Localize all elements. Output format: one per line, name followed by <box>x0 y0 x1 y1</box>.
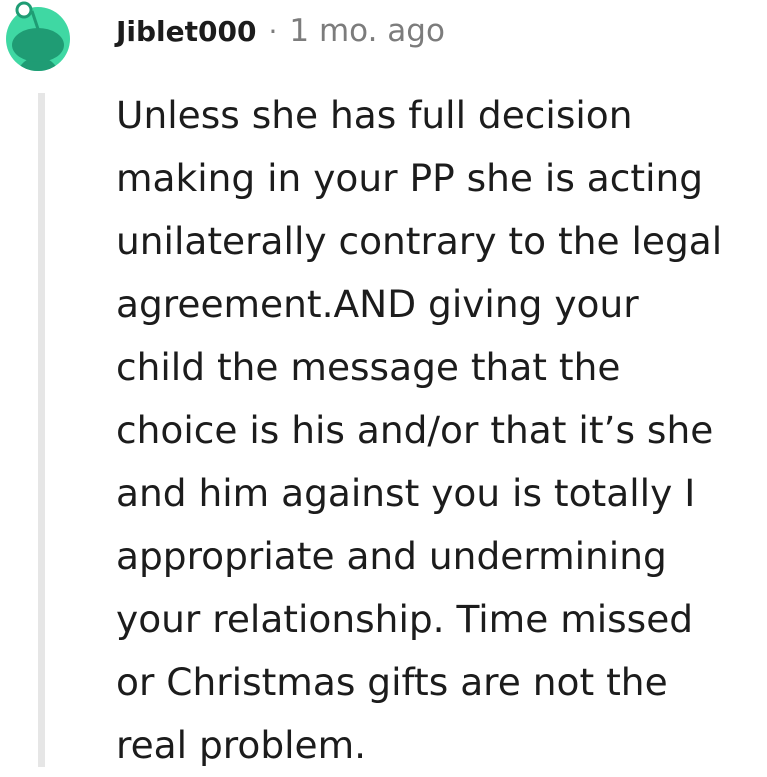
comment-meta: Jiblet000 · 1 mo. ago <box>116 11 445 51</box>
thread-collapse-line[interactable] <box>38 93 45 767</box>
comment-body-line: your relationship. Time missed <box>116 597 694 641</box>
reddit-snoo-avatar-icon <box>6 1 70 71</box>
avatar-icon[interactable] <box>6 1 70 71</box>
comment-body-line: real problem. <box>116 723 367 767</box>
comment-body-line: making in your PP she is acting <box>116 156 704 200</box>
author-link[interactable]: Jiblet000 <box>116 15 256 48</box>
comment-timestamp[interactable]: 1 mo. ago <box>289 13 445 49</box>
comment-body: Unless she has full decision making in y… <box>116 84 756 777</box>
comment-body-line: agreement.AND giving your <box>116 282 639 326</box>
comment-body-line: choice is his and/or that it’s she <box>116 408 714 452</box>
comment: Jiblet000 · 1 mo. ago Unless she has ful… <box>0 0 767 767</box>
comment-body-line: and him against you is totally I <box>116 471 696 515</box>
comment-body-line: appropriate and undermining <box>116 534 667 578</box>
comment-body-line: Unless she has full decision <box>116 93 633 137</box>
comment-body-line: unilaterally contrary to the legal <box>116 219 723 263</box>
meta-separator: · <box>268 14 278 48</box>
comment-body-line: or Christmas gifts are not the <box>116 660 668 704</box>
comment-body-line: child the message that the <box>116 345 621 389</box>
